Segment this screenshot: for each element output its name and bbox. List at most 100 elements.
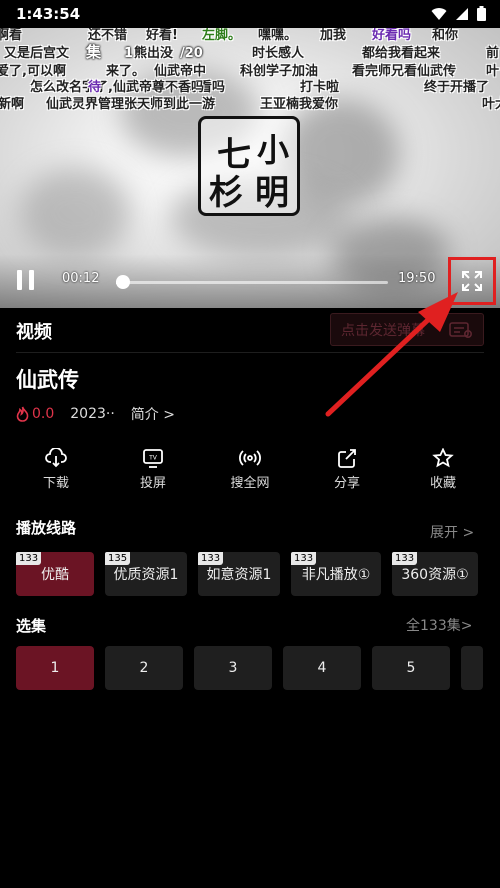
route-label: 非凡播放① (301, 567, 371, 583)
intro-link[interactable]: 简介 > (131, 404, 175, 424)
danmaku-comment: 又是后宫文 (4, 46, 70, 61)
flame-icon (16, 406, 29, 422)
route-badge: 133 (392, 552, 418, 565)
danmaku-comment: 仙武灵界管理张天师到此一游 (46, 97, 216, 112)
danmaku-comment: 好看! (146, 28, 178, 43)
danmaku-comment: 时长感人 (252, 46, 305, 61)
route-label: 360资源① (401, 567, 469, 583)
route-option[interactable]: 133 非凡播放① (291, 552, 381, 596)
status-time: 1:43:54 (16, 5, 81, 23)
heat-value: 0.0 (32, 406, 55, 422)
all-episodes-link[interactable]: 全133集> (406, 615, 472, 635)
danmaku-comment: 啊看 (0, 28, 23, 43)
show-year: 2023·· (70, 406, 115, 422)
danmaku-comment: 集 (86, 43, 102, 61)
episode-button[interactable] (461, 646, 483, 690)
logo-char: 明 (255, 173, 289, 213)
player-controls: 00:12 19:50 (0, 254, 500, 308)
battery-icon (477, 6, 486, 21)
route-option[interactable]: 133 如意资源1 (198, 552, 280, 596)
download-icon (45, 448, 67, 468)
video-player[interactable]: 七 杉 小 明 啊看 还不错 好看! 左脚。 嘿嘿。 加我 好看吗 和你 又是后… (0, 28, 500, 308)
danmaku-comment: 看完师兄看仙武传 (352, 64, 457, 79)
search-web-button[interactable]: 搜全网 (210, 448, 290, 491)
danmaku-comment: 终于开播了 (424, 80, 490, 95)
pause-icon (29, 270, 34, 290)
logo-char: 杉 (209, 173, 243, 213)
danmaku-comment: 1 (124, 46, 134, 61)
danmaku-comment: 叶大少我来 (482, 97, 500, 112)
fullscreen-button[interactable] (448, 257, 496, 305)
current-time: 00:12 (62, 271, 100, 286)
danmaku-comment: 左脚。 (202, 28, 242, 43)
route-badge: 133 (16, 552, 42, 565)
expand-routes-link[interactable]: 展开 > (430, 522, 474, 542)
pause-button[interactable] (14, 268, 38, 292)
route-label: 优酷 (41, 567, 69, 583)
danmaku-comment: 和你 (432, 28, 459, 43)
route-heading: 播放线路 (16, 519, 77, 537)
route-label: 如意资源1 (206, 567, 272, 583)
episode-button[interactable]: 3 (194, 646, 272, 690)
danmaku-comment: 叶 (486, 64, 500, 79)
action-label: 投屏 (139, 476, 166, 491)
cast-button[interactable]: TV 投屏 (113, 448, 193, 491)
route-option[interactable]: 133 360资源① (392, 552, 478, 596)
video-heading: 视频 (16, 322, 52, 343)
route-option[interactable]: 133 优酷 (16, 552, 94, 596)
danmaku-comment: 打卡啦 (300, 80, 340, 95)
route-badge: 133 (198, 552, 224, 565)
share-button[interactable]: 分享 (307, 448, 387, 491)
route-label: 优质资源1 (113, 567, 179, 583)
danmaku-comment: 怎么改名字了,仙武帝尊不香吗 (30, 80, 204, 95)
action-label: 收藏 (429, 476, 456, 491)
action-label: 搜全网 (230, 476, 270, 491)
share-icon (338, 449, 356, 468)
progress-thumb[interactable] (116, 275, 131, 289)
danmaku-comment: 前 (486, 46, 500, 61)
danmaku-placeholder: 点击发送弹幕 (341, 322, 425, 339)
pause-icon (17, 270, 22, 290)
total-time: 19:50 (398, 271, 436, 286)
danmaku-comment: 嘿嘿。 (258, 28, 298, 43)
danmaku-comment: 待 (88, 80, 102, 95)
wifi-icon (431, 7, 447, 20)
route-option[interactable]: 135 优质资源1 (105, 552, 187, 596)
route-badge: 135 (105, 552, 131, 565)
danmaku-comment: 熊出没 (134, 46, 174, 61)
danmaku-comment: 来了。 (106, 64, 146, 79)
episodes-heading: 选集 (16, 617, 47, 635)
episode-button[interactable]: 2 (105, 646, 183, 690)
progress-bar[interactable] (116, 275, 388, 289)
svg-text:TV: TV (148, 455, 158, 462)
heat-score: 0.0 (16, 406, 54, 422)
action-label: 下载 (42, 476, 69, 491)
danmaku-comment: 好看吗 (372, 28, 412, 43)
divider (16, 352, 484, 353)
danmaku-comment: 都给我看起来 (362, 46, 441, 61)
signal-icon (456, 7, 468, 20)
status-icons (431, 6, 486, 21)
show-title: 仙武传 (16, 368, 79, 392)
danmaku-comment: 还不错 (88, 28, 128, 43)
download-button[interactable]: 下载 (16, 448, 96, 491)
danmaku-settings-icon[interactable] (449, 322, 473, 338)
broadcast-icon (239, 450, 261, 466)
status-bar: 1:43:54 (0, 0, 500, 28)
action-label: 分享 (333, 476, 360, 491)
show-logo: 七 杉 小 明 (198, 116, 300, 216)
show-meta: 0.0 2023·· 简介 > (16, 404, 175, 424)
fullscreen-icon (462, 271, 482, 291)
episode-button[interactable]: 4 (283, 646, 361, 690)
danmaku-comment: 新啊 (0, 97, 25, 112)
episode-button[interactable]: 5 (372, 646, 450, 690)
episode-button[interactable]: 1 (16, 646, 94, 690)
danmaku-comment: 加我 (320, 28, 347, 43)
danmaku-send-input[interactable]: 点击发送弹幕 (330, 313, 484, 346)
danmaku-comment: 仙武帝中 (154, 64, 207, 79)
danmaku-comment: 科创学子加油 (240, 64, 319, 79)
favorite-button[interactable]: 收藏 (403, 448, 483, 491)
danmaku-comment: 爱了,可以啊 (0, 64, 66, 79)
route-badge: 133 (291, 552, 317, 565)
danmaku-comment: /20 (180, 46, 203, 61)
